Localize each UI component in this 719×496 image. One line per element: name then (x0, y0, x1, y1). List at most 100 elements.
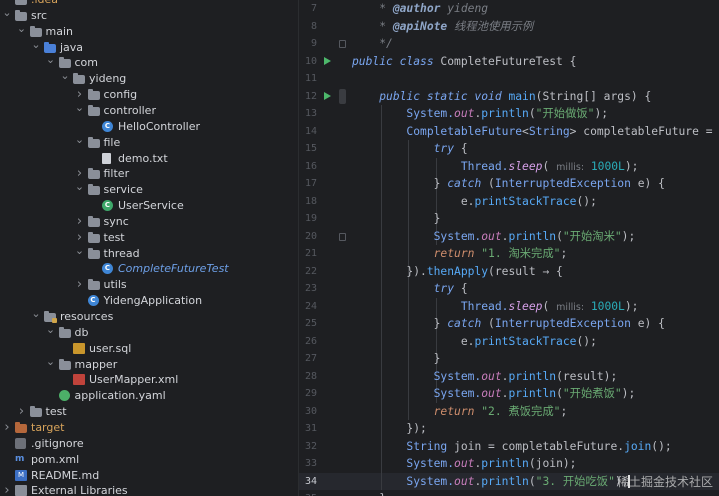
code-editor[interactable]: * @author yideng * @apiNote 线程池使用示例 */ pu… (347, 0, 719, 496)
text-file-icon (102, 152, 111, 164)
editor-gutter[interactable]: 7 8 9 10 11 12 13 14 15 16 17 18 19 20 21 22 23 24 25 26 27 2… (299, 0, 347, 496)
code-line[interactable]: public class CompleteFutureTest { (352, 53, 576, 71)
tree-item[interactable]: ⌄ service (0, 181, 298, 198)
code-line[interactable]: try { (352, 140, 468, 158)
tree-item[interactable]: C UserService (0, 198, 298, 214)
tree-item[interactable]: application.yaml (0, 388, 298, 404)
chevron-down-icon[interactable]: ⌄ (31, 308, 41, 325)
tree-item[interactable]: › filter (0, 166, 298, 182)
tree-item[interactable]: user.sql (0, 341, 298, 357)
code-line[interactable]: System.out.println(join); (352, 455, 576, 473)
code-line[interactable]: return "1. 淘米完成"; (352, 245, 568, 263)
tree-item[interactable]: ⌄ thread (0, 245, 298, 262)
tree-item[interactable]: C HelloController (0, 119, 298, 135)
code-line[interactable]: } (352, 350, 441, 368)
tree-item[interactable]: ⌄ db (0, 324, 298, 341)
run-icon[interactable] (324, 57, 331, 65)
breakpoint-marker-icon[interactable] (339, 88, 346, 104)
chevron-down-icon[interactable]: ⌄ (17, 23, 27, 40)
chevron-down-icon[interactable]: ⌄ (2, 7, 12, 24)
code-line[interactable]: Thread.sleep( millis: 1000L); (352, 298, 639, 316)
code-line[interactable]: System.out.println("开始淘米"); (352, 228, 636, 246)
tree-item-label: filter (103, 167, 130, 181)
code-line[interactable]: } catch (InterruptedException e) { (352, 175, 665, 193)
run-icon[interactable] (324, 92, 331, 100)
tree-item[interactable]: › test (0, 230, 298, 246)
tree-item[interactable]: › utils (0, 277, 298, 293)
tree-item[interactable]: ⌄ java (0, 39, 298, 56)
code-line[interactable]: e.printStackTrace(); (352, 193, 597, 211)
fold-icon[interactable] (339, 40, 346, 48)
code-line[interactable]: } (352, 490, 386, 496)
code-line[interactable]: public static void main(String[] args) { (352, 88, 651, 106)
code-line[interactable]: System.out.println("开始煮饭"); (352, 385, 636, 403)
code-line[interactable]: }).thenApply(result → { (352, 263, 562, 281)
chevron-down-icon[interactable]: ⌄ (46, 324, 56, 341)
java-class-icon: C (102, 263, 113, 275)
tree-item-label: test (103, 230, 125, 244)
tree-item[interactable]: .gitignore (0, 436, 298, 452)
chevron-down-icon[interactable]: ⌄ (60, 70, 70, 87)
tree-item[interactable]: m pom.xml (0, 452, 298, 468)
chevron-right-icon[interactable]: › (2, 483, 12, 496)
tree-item[interactable]: M README.md (0, 468, 298, 484)
code-line[interactable]: Thread.sleep( millis: 1000L); (352, 158, 639, 176)
code-line[interactable]: System.out.println("开始做饭"); (352, 105, 608, 123)
tree-item-label: .idea (31, 0, 58, 8)
tree-item[interactable]: ⌄ main (0, 23, 298, 40)
chevron-down-icon[interactable]: ⌄ (75, 181, 85, 198)
code-line[interactable]: * @author yideng (352, 0, 488, 18)
line-number: 28 (304, 370, 317, 382)
tree-item[interactable]: C YidengApplication (0, 293, 298, 309)
code-token: ( (542, 299, 557, 313)
tree-item[interactable]: C CompleteFutureTest (0, 261, 298, 277)
code-token: (String[] args) { (535, 89, 652, 103)
tree-item[interactable]: › target (0, 420, 298, 436)
chevron-down-icon[interactable]: ⌄ (31, 39, 41, 56)
project-tree[interactable]: .idea⌄src⌄main⌄java⌄com⌄yideng›config⌄co… (0, 0, 298, 496)
tree-item[interactable]: › External Libraries (0, 483, 298, 496)
tree-item[interactable]: UserMapper.xml (0, 372, 298, 388)
code-line[interactable]: e.printStackTrace(); (352, 333, 597, 351)
code-line[interactable]: return "2. 煮饭完成"; (352, 403, 568, 421)
code-line[interactable]: }); (352, 420, 426, 438)
code-line[interactable]: System.out.println(result); (352, 368, 618, 386)
line-number: 35 (299, 490, 317, 496)
tree-item[interactable]: › sync (0, 214, 298, 230)
tree-item[interactable]: demo.txt (0, 151, 298, 167)
code-line[interactable]: } (352, 210, 441, 228)
chevron-right-icon[interactable]: › (75, 214, 85, 230)
chevron-down-icon[interactable]: ⌄ (75, 245, 85, 262)
code-line[interactable]: * @apiNote 线程池使用示例 (352, 18, 533, 36)
tree-item[interactable]: .idea (0, 0, 298, 8)
tree-item[interactable]: › test (0, 404, 298, 420)
chevron-down-icon[interactable]: ⌄ (46, 356, 56, 373)
code-line[interactable]: } catch (InterruptedException e) { (352, 315, 665, 333)
chevron-down-icon[interactable]: ⌄ (75, 134, 85, 151)
tree-item[interactable]: ⌄ com (0, 54, 298, 71)
tree-item[interactable]: ⌄ resources (0, 308, 298, 325)
tree-item[interactable]: ⌄ yideng (0, 70, 298, 87)
resources-folder-icon (44, 311, 57, 323)
chevron-right-icon[interactable]: › (2, 420, 12, 436)
tree-item-label: utils (103, 278, 127, 292)
fold-icon[interactable] (339, 232, 346, 241)
chevron-right-icon[interactable]: › (75, 277, 85, 293)
chevron-down-icon[interactable]: ⌄ (46, 54, 56, 71)
tree-item[interactable]: ⌄ src (0, 7, 298, 24)
tree-item-label: com (74, 56, 99, 70)
code-line[interactable]: try { (352, 280, 468, 298)
folder-icon (58, 358, 71, 370)
tree-item[interactable]: › config (0, 87, 298, 103)
tree-item[interactable]: ⌄ mapper (0, 356, 298, 373)
chevron-down-icon[interactable]: ⌄ (75, 102, 85, 119)
chevron-right-icon[interactable]: › (17, 404, 27, 420)
tree-item[interactable]: ⌄ controller (0, 102, 298, 119)
code-line[interactable]: CompletableFuture<String> completableFut… (352, 123, 719, 141)
tree-item[interactable]: ⌄ file (0, 134, 298, 151)
code-line[interactable]: String join = completableFuture.join(); (352, 438, 671, 456)
code-token: out (454, 107, 475, 120)
yaml-file-icon (58, 390, 70, 402)
code-line[interactable]: System.out.println("3. 开始吃饭"); (352, 473, 630, 491)
code-line[interactable]: */ (352, 35, 393, 53)
